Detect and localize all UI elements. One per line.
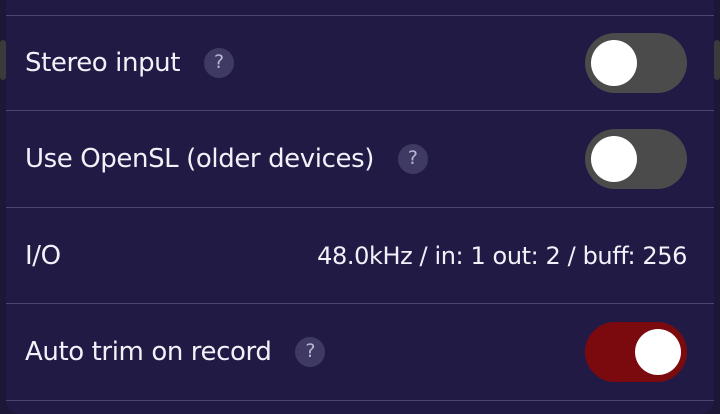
right-edge-shadow bbox=[714, 40, 720, 80]
stereo-input-toggle[interactable] bbox=[585, 32, 687, 93]
toggle-knob bbox=[591, 135, 637, 182]
auto-trim-toggle[interactable] bbox=[585, 321, 687, 382]
auto-trim-help-icon[interactable]: ? bbox=[295, 336, 326, 367]
io-value: 48.0kHz / in: 1 out: 2 / buff: 256 bbox=[317, 241, 687, 270]
divider bbox=[6, 400, 714, 401]
use-opensl-help-icon[interactable]: ? bbox=[397, 143, 428, 174]
stereo-input-row: Stereo input ? bbox=[6, 15, 714, 110]
use-opensl-toggle[interactable] bbox=[585, 128, 687, 189]
toggle-knob bbox=[635, 328, 681, 375]
settings-panel: Stereo input ? Use OpenSL (older devices… bbox=[6, 0, 714, 414]
stereo-input-help-icon[interactable]: ? bbox=[204, 47, 235, 78]
auto-trim-label: Auto trim on record bbox=[25, 336, 272, 367]
auto-trim-row: Auto trim on record ? bbox=[6, 304, 714, 399]
io-label: I/O bbox=[25, 240, 61, 271]
toggle-knob bbox=[591, 39, 637, 86]
io-row: I/O 48.0kHz / in: 1 out: 2 / buff: 256 bbox=[6, 208, 714, 303]
use-opensl-row: Use OpenSL (older devices) ? bbox=[6, 111, 714, 206]
use-opensl-label: Use OpenSL (older devices) bbox=[25, 143, 374, 174]
stereo-input-label: Stereo input bbox=[25, 47, 181, 78]
